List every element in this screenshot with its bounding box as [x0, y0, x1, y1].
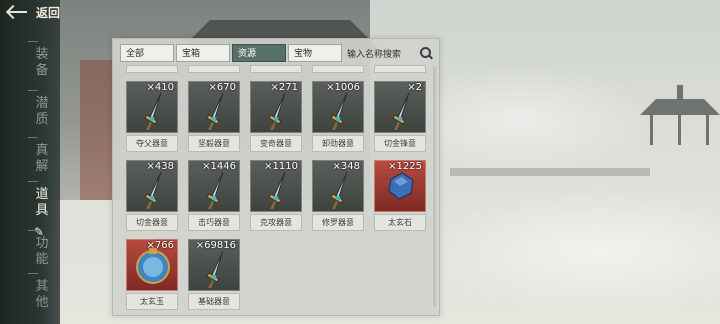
nav-tab-label: 潜质	[35, 96, 49, 127]
background-bridge	[450, 168, 650, 176]
search-input[interactable]: 输入名称搜索	[347, 44, 433, 62]
item-slot: ×271	[250, 81, 302, 133]
item-name: 切金锋意	[374, 135, 426, 152]
partial-row-item	[250, 65, 302, 73]
item-cell[interactable]: ×438 切金器意	[126, 160, 178, 233]
filter-tab-all[interactable]: 全部	[120, 44, 174, 62]
dagger-icon	[327, 91, 353, 131]
partial-row-item	[374, 65, 426, 73]
nav-tab-items[interactable]: 道具 ✎	[28, 181, 50, 239]
item-cell[interactable]: ×1446 击巧器意	[188, 160, 240, 233]
nav-tab-potential[interactable]: 潜质	[28, 90, 50, 128]
item-name: 太玄玉	[126, 293, 178, 310]
item-count: ×1006	[326, 82, 360, 93]
item-count: ×348	[332, 161, 360, 172]
item-count: ×438	[146, 161, 174, 172]
item-name: 切金器意	[126, 214, 178, 231]
nav-tab-functions[interactable]: 功能	[28, 230, 50, 268]
item-cell[interactable]: ×1110 克攻器意	[250, 160, 302, 233]
item-name: 坚毅器意	[188, 135, 240, 152]
nav-tab-other[interactable]: 其他	[28, 273, 50, 311]
item-slot: ×1110	[250, 160, 302, 212]
item-count: ×69816	[195, 240, 236, 251]
nav-tab-label: 道具	[35, 187, 49, 218]
left-nav: 返回 装备 潜质 真解 道具 ✎ 功能 其他	[0, 0, 60, 324]
back-label: 返回	[36, 5, 61, 20]
dagger-icon	[203, 170, 229, 210]
item-name: 卸劲器意	[312, 135, 364, 152]
item-slot: ×1006	[312, 81, 364, 133]
item-slot: ×348	[312, 160, 364, 212]
nav-tab-label: 其他	[35, 279, 49, 310]
back-arrow-icon	[6, 5, 28, 19]
item-count: ×766	[146, 240, 174, 251]
item-grid: ×410 夺父器意 ×670 坚毅器意 ×271 变奇器意 ×1006 卸劲器意 ×2 切金锋意 ×…	[126, 65, 436, 311]
partial-row-item	[188, 65, 240, 73]
filter-tabs: 全部 宝箱 资源 宝物	[120, 44, 342, 62]
search-icon[interactable]	[419, 46, 433, 60]
item-slot: ×670	[188, 81, 240, 133]
item-cell[interactable]: ×69816 基础器意	[188, 239, 240, 311]
item-slot: ×2	[374, 81, 426, 133]
dagger-icon	[141, 91, 167, 131]
item-name: 修罗器意	[312, 214, 364, 231]
item-count: ×670	[208, 82, 236, 93]
dagger-icon	[203, 91, 229, 131]
back-button[interactable]: 返回	[6, 3, 60, 21]
item-cell[interactable]: ×271 变奇器意	[250, 81, 302, 154]
partial-row-item	[126, 65, 178, 73]
dagger-icon	[203, 249, 229, 289]
item-slot: ×1225	[374, 160, 426, 212]
item-count: ×2	[407, 82, 422, 93]
nav-tab-equipment[interactable]: 装备	[28, 41, 50, 79]
filter-tab-resources[interactable]: 资源	[232, 44, 286, 62]
item-count: ×1225	[388, 161, 422, 172]
item-name: 变奇器意	[250, 135, 302, 152]
item-name: 击巧器意	[188, 214, 240, 231]
filter-tab-treasures[interactable]: 宝物	[288, 44, 342, 62]
item-cell[interactable]: ×670 坚毅器意	[188, 81, 240, 154]
dagger-icon	[141, 170, 167, 210]
item-slot: ×69816	[188, 239, 240, 291]
item-name: 基础器意	[188, 293, 240, 310]
item-cell[interactable]: ×2 切金锋意	[374, 81, 426, 154]
item-cell[interactable]: ×1225 太玄石	[374, 160, 426, 233]
dagger-icon	[265, 91, 291, 131]
search-placeholder: 输入名称搜索	[347, 49, 402, 60]
nav-tab-label: 装备	[35, 47, 49, 78]
item-slot: ×1446	[188, 160, 240, 212]
background-pavilion	[640, 85, 720, 155]
item-slot: ×410	[126, 81, 178, 133]
dagger-icon	[327, 170, 353, 210]
dagger-icon	[389, 91, 415, 131]
nav-tab-label: 真解	[35, 143, 49, 174]
partial-row-item	[312, 65, 364, 73]
item-name: 克攻器意	[250, 214, 302, 231]
jade-icon	[133, 246, 173, 286]
blue-stone-icon	[386, 171, 416, 201]
item-cell[interactable]: ×410 夺父器意	[126, 81, 178, 154]
item-count: ×271	[270, 82, 298, 93]
scrollbar[interactable]	[433, 67, 436, 307]
item-name: 夺父器意	[126, 135, 178, 152]
item-slot: ×438	[126, 160, 178, 212]
inventory-panel: 全部 宝箱 资源 宝物 输入名称搜索 ×410 夺父器意 ×670 坚毅器意 ×271 变…	[112, 38, 440, 316]
item-slot: ×766	[126, 239, 178, 291]
nav-tab-true-solution[interactable]: 真解	[28, 137, 50, 175]
item-name: 太玄石	[374, 214, 426, 231]
item-count: ×1446	[202, 161, 236, 172]
dagger-icon	[265, 170, 291, 210]
item-cell[interactable]: ×1006 卸劲器意	[312, 81, 364, 154]
item-cell[interactable]: ×766 太玄玉	[126, 239, 178, 311]
item-count: ×410	[146, 82, 174, 93]
item-cell[interactable]: ×348 修罗器意	[312, 160, 364, 233]
nav-tab-label: 功能	[35, 236, 49, 267]
filter-tab-chests[interactable]: 宝箱	[176, 44, 230, 62]
item-count: ×1110	[264, 161, 298, 172]
